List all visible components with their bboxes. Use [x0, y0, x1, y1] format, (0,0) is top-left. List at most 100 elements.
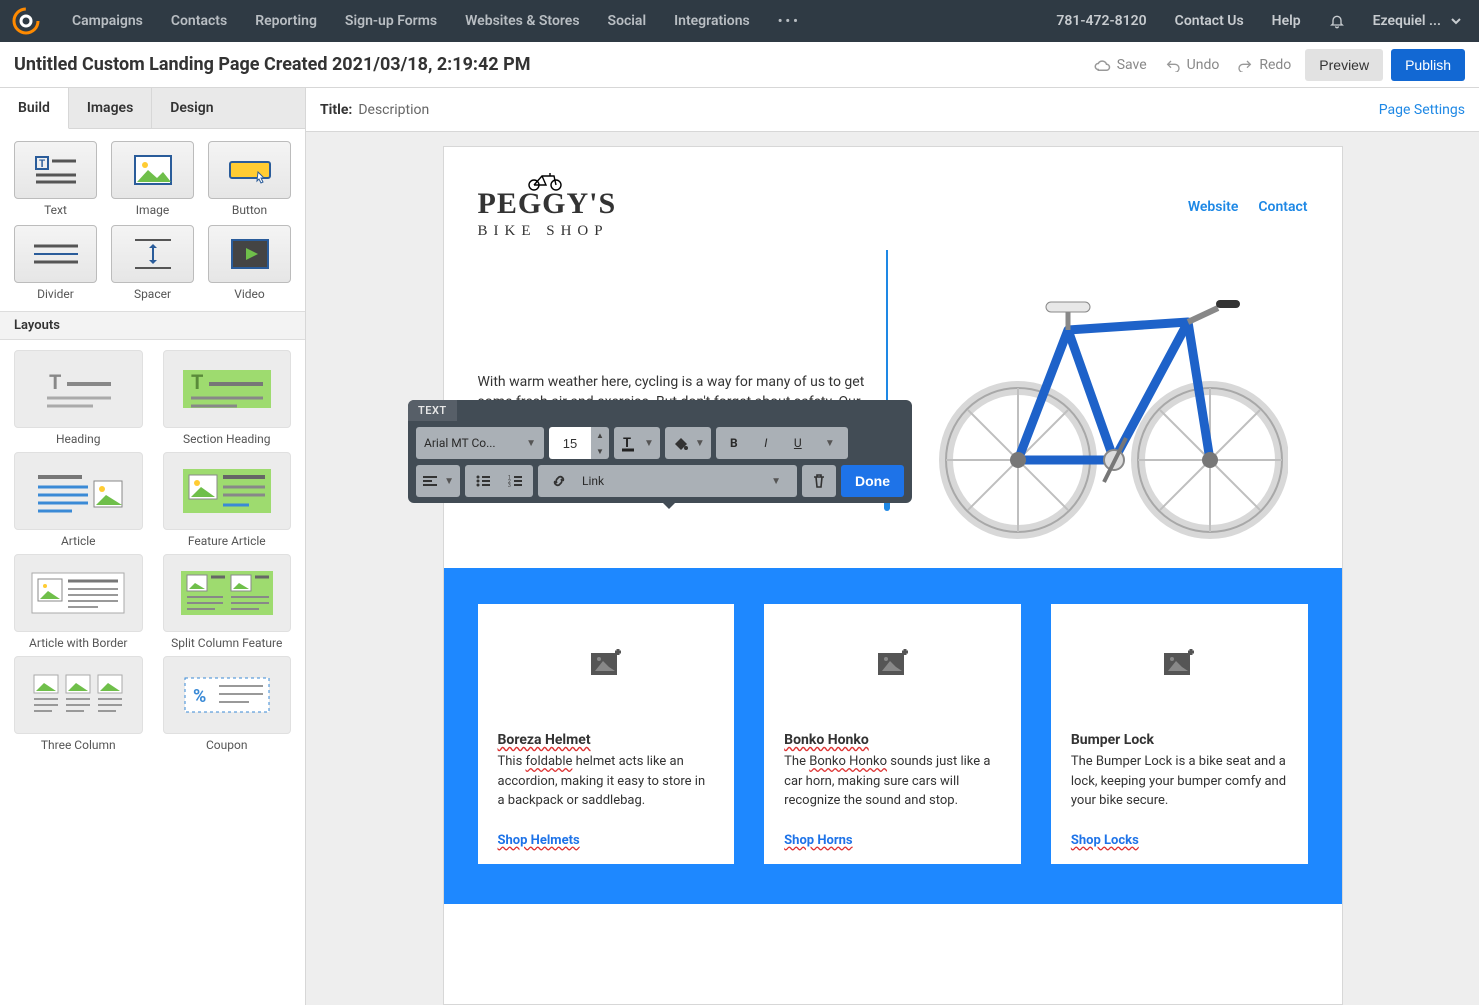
page-settings-link[interactable]: Page Settings	[1379, 102, 1465, 118]
layout-coupon[interactable]: % Coupon	[163, 656, 292, 752]
svg-text:T: T	[39, 159, 45, 170]
page-header-block[interactable]: PEGGY'S BIKE SHOP Website Contact	[444, 147, 1342, 250]
nav-phone: 781-472-8120	[1042, 13, 1160, 29]
product-cta[interactable]: Shop Helmets	[498, 833, 715, 848]
bullet-list-button[interactable]	[467, 465, 499, 497]
product-card-2[interactable]: Bonko Honko The Bonko Honko sounds just …	[764, 604, 1021, 864]
align-left-icon	[422, 475, 438, 487]
tab-design[interactable]: Design	[152, 88, 305, 128]
more-styles-button[interactable]: ▼	[814, 427, 846, 459]
block-spacer[interactable]: Spacer	[111, 225, 194, 301]
notifications-icon[interactable]	[1315, 13, 1359, 29]
image-placeholder-icon[interactable]	[478, 604, 735, 720]
layout-article-label: Article	[61, 534, 96, 548]
title-label: Title:	[320, 102, 352, 118]
sidebar: Build Images Design T Text Image Button	[0, 88, 306, 1005]
chevron-down-icon: ▼	[444, 476, 454, 487]
done-button[interactable]: Done	[841, 465, 904, 497]
nav-link-contact[interactable]: Contact	[1258, 199, 1307, 215]
block-video[interactable]: Video	[208, 225, 291, 301]
product-card-1[interactable]: Boreza Helmet This foldable helmet acts …	[478, 604, 735, 864]
delete-button[interactable]	[802, 465, 836, 497]
brand-name: PEGGY'S	[478, 187, 617, 221]
nav-help[interactable]: Help	[1258, 13, 1315, 29]
nav-websites-stores[interactable]: Websites & Stores	[451, 13, 593, 29]
nav-more-icon[interactable]: •••	[764, 14, 815, 29]
tab-build[interactable]: Build	[0, 88, 69, 129]
block-image[interactable]: Image	[111, 141, 194, 217]
product-desc: The Bumper Lock is a bike seat and a loc…	[1071, 752, 1288, 811]
tab-images[interactable]: Images	[69, 88, 152, 128]
image-placeholder-icon[interactable]	[1051, 604, 1308, 720]
chevron-down-icon: ▼	[526, 438, 536, 449]
product-card-3[interactable]: Bumper Lock The Bumper Lock is a bike se…	[1051, 604, 1308, 864]
block-divider-label: Divider	[37, 287, 74, 301]
italic-button[interactable]: I	[750, 427, 782, 459]
block-button-label: Button	[232, 203, 267, 217]
text-color-select[interactable]: T ▼	[614, 427, 660, 459]
nav-integrations[interactable]: Integrations	[660, 13, 764, 29]
layout-coupon-label: Coupon	[206, 738, 247, 752]
font-family-select[interactable]: Arial MT Co... ▼	[416, 427, 544, 459]
products-section[interactable]: Boreza Helmet This foldable helmet acts …	[444, 568, 1342, 904]
trash-icon	[812, 473, 826, 489]
nav-signup-forms[interactable]: Sign-up Forms	[331, 13, 451, 29]
block-text[interactable]: T Text	[14, 141, 97, 217]
block-video-label: Video	[234, 287, 265, 301]
nav-contacts[interactable]: Contacts	[157, 13, 241, 29]
font-size-input[interactable]	[549, 427, 591, 459]
nav-social[interactable]: Social	[594, 13, 661, 29]
layout-section-heading[interactable]: T Section Heading	[163, 350, 292, 446]
text-style-group: B I U ▼	[716, 427, 848, 459]
product-cta[interactable]: Shop Horns	[784, 833, 1001, 848]
chevron-down-icon: ▼	[644, 438, 654, 449]
font-size-up[interactable]: ▲	[591, 427, 609, 443]
image-placeholder-icon[interactable]	[764, 604, 1021, 720]
layout-split-column[interactable]: Split Column Feature	[163, 554, 292, 650]
save-action[interactable]: Save	[1093, 57, 1147, 73]
layouts-section-label: Layouts	[0, 311, 305, 340]
undo-action[interactable]: Undo	[1165, 57, 1220, 73]
redo-action[interactable]: Redo	[1237, 57, 1291, 73]
user-menu[interactable]: Ezequiel ...	[1359, 13, 1467, 29]
chevron-down-icon	[1451, 16, 1461, 26]
bold-button[interactable]: B	[718, 427, 750, 459]
link-icon	[546, 474, 566, 488]
product-title: Bumper Lock	[1071, 732, 1288, 748]
layout-heading[interactable]: T Heading	[14, 350, 143, 446]
hero-image-block[interactable]	[898, 250, 1308, 540]
layout-three-column[interactable]: Three Column	[14, 656, 143, 752]
nav-reporting[interactable]: Reporting	[241, 13, 331, 29]
layout-section-heading-label: Section Heading	[183, 432, 271, 446]
title-value[interactable]: Description	[358, 102, 429, 118]
publish-button[interactable]: Publish	[1391, 49, 1465, 81]
cloud-icon	[1093, 58, 1111, 72]
redo-icon	[1237, 58, 1253, 72]
bg-color-select[interactable]: ▼	[665, 427, 711, 459]
link-select[interactable]: Link ▼	[538, 465, 797, 497]
app-logo[interactable]	[12, 7, 40, 35]
sidebar-tabs: Build Images Design	[0, 88, 305, 129]
layout-article[interactable]: Article	[14, 452, 143, 548]
landing-page: PEGGY'S BIKE SHOP Website Contact With w…	[443, 146, 1343, 1005]
font-size-down[interactable]: ▼	[591, 443, 609, 459]
preview-button[interactable]: Preview	[1305, 49, 1383, 81]
layout-feature-article[interactable]: Feature Article	[163, 452, 292, 548]
svg-text:3: 3	[508, 483, 511, 488]
align-select[interactable]: ▼	[416, 465, 460, 497]
block-image-label: Image	[136, 203, 169, 217]
block-button[interactable]: Button	[208, 141, 291, 217]
undo-icon	[1165, 58, 1181, 72]
nav-link-website[interactable]: Website	[1188, 199, 1239, 215]
product-desc: The Bonko Honko sounds just like a car h…	[784, 752, 1001, 811]
nav-campaigns[interactable]: Campaigns	[58, 13, 157, 29]
layout-article-border[interactable]: Article with Border	[14, 554, 143, 650]
block-divider[interactable]: Divider	[14, 225, 97, 301]
layout-feature-article-label: Feature Article	[188, 534, 266, 548]
product-title: Bonko Honko	[784, 732, 1001, 748]
underline-button[interactable]: U	[782, 427, 814, 459]
nav-contact-us[interactable]: Contact Us	[1161, 13, 1258, 29]
number-list-button[interactable]: 123	[499, 465, 531, 497]
layout-article-border-label: Article with Border	[29, 636, 128, 650]
product-cta[interactable]: Shop Locks	[1071, 833, 1288, 848]
